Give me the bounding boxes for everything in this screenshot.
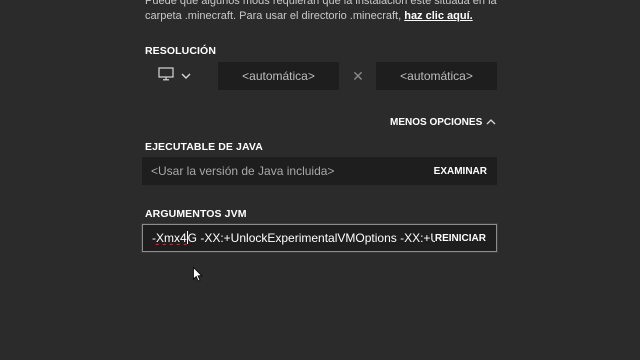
click-here-link[interactable]: haz clic aquí. [404,10,472,22]
java-executable-label: EJECUTABLE DE JAVA [145,141,263,153]
browse-button[interactable]: EXAMINAR [434,166,497,177]
jvm-arguments-field[interactable]: -Xmx4G -XX:+UnlockExperimentalVMOptions … [142,224,497,252]
jvm-arguments-label: ARGUMENTOS JVM [145,208,247,220]
java-executable-input[interactable]: <Usar la versión de Java incluida> [142,164,434,178]
java-executable-field[interactable]: <Usar la versión de Java incluida> EXAMI… [142,157,497,185]
resolution-preset-dropdown[interactable] [158,66,198,86]
monitor-icon [158,66,174,86]
jvm-arguments-input[interactable]: -Xmx4G -XX:+UnlockExperimentalVMOptions … [143,231,435,245]
chevron-down-icon [181,67,191,85]
note-line-2: carpeta .minecraft. Para usar el directo… [145,9,515,24]
resolution-label: RESOLUCIÓN [145,45,217,57]
jvm-value-part-1: -Xmx4 [152,231,187,245]
reset-button[interactable]: REINICIAR [435,233,496,244]
chevron-up-icon [486,117,496,128]
install-location-note: Puede que algunos mods requieran que la … [145,0,515,24]
note-line-1: Puede que algunos mods requieran que la … [145,0,497,7]
less-options-toggle[interactable]: MENOS OPCIONES [390,114,496,130]
resolution-width-input[interactable]: <automática> [218,62,339,90]
note-line-2-text: carpeta .minecraft. Para usar el directo… [145,10,405,22]
times-icon: ✕ [352,68,364,84]
mouse-cursor-icon [193,266,203,287]
less-options-label: MENOS OPCIONES [390,116,483,128]
resolution-height-input[interactable]: <automática> [376,62,497,90]
jvm-value-part-2: G -XX:+UnlockExperimentalVMOptions -XX:+… [187,231,435,245]
